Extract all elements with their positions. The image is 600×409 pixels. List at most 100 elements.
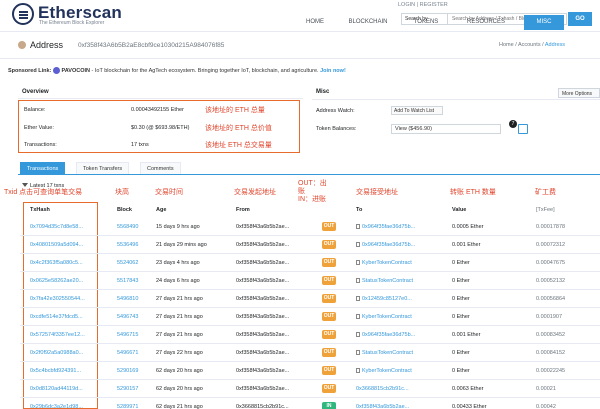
contract-document-icon (356, 296, 360, 302)
txhash-link[interactable]: 0x5c4bcbfd924391... (30, 368, 81, 374)
from-address: 0xf358f43a6b5b2ae... (236, 242, 290, 248)
txhash-link[interactable]: 0x4c2f363f5a080c5... (30, 260, 83, 266)
token-list-icon[interactable] (518, 124, 528, 134)
more-options-dropdown[interactable]: More Options (558, 88, 600, 98)
contract-document-icon (356, 224, 360, 230)
outin-annotation: OUT：出账 IN：进账 (298, 180, 327, 203)
txhash-link[interactable]: 0x0625e58262ae20... (30, 278, 83, 284)
txhash-link[interactable]: 0x572574f3357ee12... (30, 332, 85, 338)
col-header-to: To (356, 207, 363, 213)
transactions-label: Transactions: (24, 142, 57, 148)
breadcrumb-home[interactable]: Home (499, 42, 514, 48)
to-address-link[interactable]: 0x12459c85127e0... (356, 296, 412, 302)
block-link[interactable]: 5289971 (117, 404, 138, 409)
block-link[interactable]: 5496810 (117, 296, 138, 302)
sponsor-brand[interactable]: PAVOCOIN (61, 68, 90, 74)
txhash-link[interactable]: 0x2f0f92a5a0988a0... (30, 350, 83, 356)
nav-misc[interactable]: MISC (524, 15, 564, 30)
block-link[interactable]: 5496715 (117, 332, 138, 338)
from-address: 0xf358f43a6b5b2ae... (236, 368, 290, 374)
col-header-age: Age (156, 207, 167, 213)
block-link[interactable]: 5517843 (117, 278, 138, 284)
page: Etherscan The Ethereum Block Explorer LO… (0, 0, 600, 409)
block-link[interactable]: 5568490 (117, 224, 138, 230)
nav-home[interactable]: HOME (298, 15, 332, 30)
direction-badge: OUT (322, 276, 336, 285)
block-link[interactable]: 5536496 (117, 242, 138, 248)
txhash-link[interactable]: 0x29b6dc3a2e1d98... (30, 404, 83, 409)
value-cell: 0 Ether (452, 368, 470, 374)
logo-subtitle: The Ethereum Block Explorer (39, 20, 105, 26)
tab-comments[interactable]: Comments (140, 162, 181, 174)
to-address-link[interactable]: StatusTokenContract (356, 278, 413, 284)
txfee-cell: 0.00021 (536, 386, 556, 392)
token-balances-select[interactable]: View ($456.90) (391, 124, 501, 134)
value-cell: 0.0063 Ether (452, 386, 484, 392)
age-cell: 23 days 4 hrs ago (156, 260, 200, 266)
to-address-link[interactable]: KyberTokenContract (356, 260, 412, 266)
to-address-text[interactable]: KyberTokenContract (362, 368, 412, 374)
to-annotation: 交易接受地址 (356, 189, 398, 196)
ether-value-value: $0.30 (@ $693.98/ETH) (131, 125, 190, 131)
txhash-link[interactable]: 0x7fa42e302550544... (30, 296, 85, 302)
to-address-text[interactable]: 0x964f35fae36d75b... (362, 242, 415, 248)
sponsored-link: Sponsored Link: PAVOCOIN - IoT blockchai… (8, 67, 346, 74)
etherscan-logo-icon[interactable] (12, 3, 34, 25)
txhash-link[interactable]: 0x7094d35c7d8e58... (30, 224, 83, 230)
value-cell: 0.001 Ether (452, 332, 481, 338)
to-address-text[interactable]: 0x964f35fae36d75b... (362, 332, 415, 338)
to-address-link[interactable]: KyberTokenContract (356, 314, 412, 320)
to-address-text[interactable]: StatusTokenContract (362, 350, 413, 356)
sponsor-text: - IoT blockchain for the AgTech ecosyste… (91, 67, 319, 74)
direction-badge: OUT (322, 240, 336, 249)
to-address-link[interactable]: 0x964f35fae36d75b... (356, 242, 415, 248)
tab-token-transfers[interactable]: Token Transfers (76, 162, 130, 174)
tab-transactions[interactable]: Transactions (20, 162, 66, 174)
nav-tokens[interactable]: TOKENS (404, 15, 448, 30)
txid-annotation: Txid 点击可查询单笔交易 (4, 189, 83, 196)
value-cell: 0.0005 Ether (452, 224, 484, 230)
block-link[interactable]: 5290157 (117, 386, 138, 392)
transactions-value: 17 txns (131, 142, 149, 148)
txfee-cell: 0.00047675 (536, 260, 566, 266)
to-address-link[interactable]: 0x3668815cb2b91c... (356, 386, 409, 392)
contract-document-icon (356, 314, 360, 320)
table-row: 0x4c2f363f5a080c5... 5524062 23 days 4 hrs… (0, 254, 600, 272)
age-cell: 15 days 9 hrs ago (156, 224, 200, 230)
block-annotation: 块高 (115, 189, 129, 196)
to-address-text[interactable]: KyberTokenContract (362, 314, 412, 320)
login-register-links[interactable]: LOGIN | REGISTER (398, 2, 448, 8)
breadcrumb-accounts[interactable]: Accounts (518, 42, 541, 48)
to-address-text[interactable]: StatusTokenContract (362, 278, 413, 284)
to-address-link[interactable]: 0xf358f43a6b5b2ae... (356, 404, 409, 409)
value-annotation: 转账 ETH 数量 (450, 189, 496, 196)
header-divider (0, 31, 600, 32)
age-cell: 27 days 21 hrs ago (156, 314, 203, 320)
main-nav: HOME BLOCKCHAIN TOKENS RESOURCES MISC (290, 15, 600, 30)
to-address-link[interactable]: KyberTokenContract (356, 368, 412, 374)
block-link[interactable]: 5290169 (117, 368, 138, 374)
misc-divider (312, 99, 600, 100)
to-address-text[interactable]: 0x12459c85127e0... (362, 296, 412, 302)
txhash-link[interactable]: 0xcdfe514e37fdcd5... (30, 314, 83, 320)
col-header-block: Block (117, 207, 132, 213)
contract-document-icon (356, 368, 360, 374)
block-link[interactable]: 5524062 (117, 260, 138, 266)
direction-badge: OUT (322, 384, 336, 393)
block-link[interactable]: 5496671 (117, 350, 138, 356)
block-link[interactable]: 5496743 (117, 314, 138, 320)
txfee-cell: 0.00022245 (536, 368, 566, 374)
nav-blockchain[interactable]: BLOCKCHAIN (340, 15, 396, 30)
txhash-link[interactable]: 0x40801509a5d094... (30, 242, 83, 248)
txhash-link[interactable]: 0x0d8120ad44119d... (30, 386, 83, 392)
nav-resources[interactable]: RESOURCES (458, 15, 514, 30)
balance-note: 该地址的 ETH 总量 (205, 107, 265, 114)
page-title: Address (30, 40, 64, 50)
to-address-link[interactable]: 0x964f35fae36d75b... (356, 224, 415, 230)
sponsor-cta-link[interactable]: Join now! (320, 68, 346, 74)
add-to-watch-list-button[interactable]: Add To Watch List (391, 106, 443, 115)
to-address-link[interactable]: StatusTokenContract (356, 350, 413, 356)
to-address-link[interactable]: 0x964f35fae36d75b... (356, 332, 415, 338)
to-address-text[interactable]: 0x964f35fae36d75b... (362, 224, 415, 230)
to-address-text[interactable]: KyberTokenContract (362, 260, 412, 266)
